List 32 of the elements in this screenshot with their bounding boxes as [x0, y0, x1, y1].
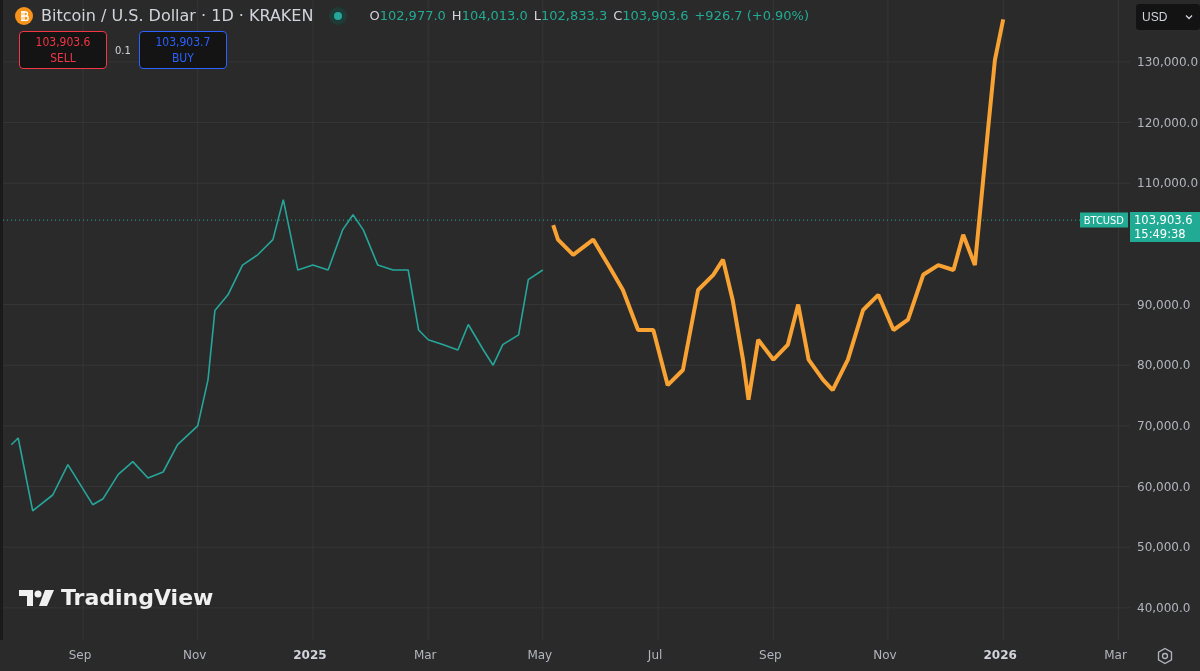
time-axis-label: 2025 — [293, 648, 327, 662]
quantity: 0.1 — [115, 44, 131, 56]
price-axis-label: 70,000.0 — [1137, 418, 1191, 433]
price-axis-label: 120,000.0 — [1137, 115, 1199, 130]
price-change: +926.7 (+0.90%) — [694, 8, 810, 23]
time-axis-label: 2026 — [983, 648, 1017, 662]
current-price-tag: 103,903.6 15:49:38 — [1130, 212, 1200, 243]
ohlc-value: C103,903.6 — [613, 8, 689, 23]
price-axis-label: 80,000.0 — [1137, 358, 1191, 373]
time-axis-label: May — [527, 648, 553, 662]
time-axis-label: Jul — [647, 648, 663, 662]
time-axis-label: Nov — [873, 648, 897, 662]
price-axis-label: 40,000.0 — [1137, 600, 1191, 615]
time-axis-label: Mar — [1104, 648, 1127, 662]
price-axis-label: 90,000.0 — [1137, 297, 1191, 312]
price-axis-label: 60,000.0 — [1137, 479, 1191, 494]
logo-text: TradingView — [61, 585, 214, 610]
ohlc-value: L102,833.3 — [533, 8, 608, 23]
sell-button[interactable]: 103,903.6 SELL — [19, 31, 107, 69]
time-axis-label: Mar — [413, 648, 437, 662]
buy-button[interactable]: 103,903.7 BUY — [138, 31, 227, 69]
time-axis-label: Sep — [759, 648, 782, 662]
time-axis-label: Sep — [68, 648, 92, 662]
currency-dropdown[interactable]: USD — [1136, 4, 1200, 30]
price-axis-label: 50,000.0 — [1137, 540, 1191, 555]
ohlc-value: O102,977.0 — [369, 8, 446, 23]
ohlc-value: H104,013.0 — [451, 8, 528, 23]
price-axis-label: 130,000.0 — [1137, 54, 1199, 69]
symbol-title: Bitcoin / U.S. Dollar · 1D · KRAKEN — [41, 6, 314, 25]
symbol-tag: BTCUSD — [1079, 212, 1128, 228]
price-axis-label: 110,000.0 — [1137, 176, 1199, 191]
time-axis-label: Nov — [182, 648, 207, 662]
